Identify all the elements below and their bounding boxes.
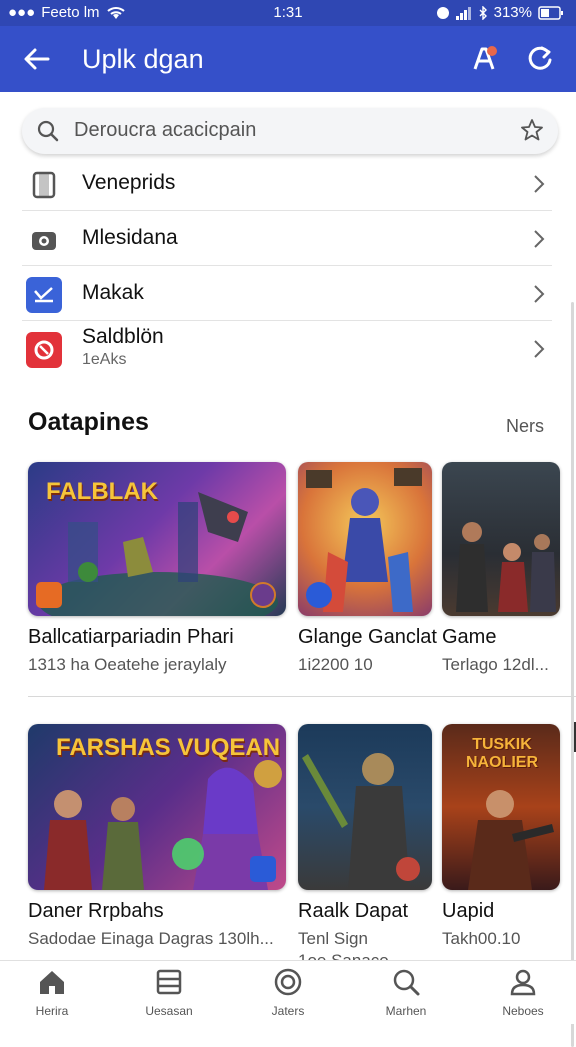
profile-icon [510, 969, 536, 996]
nav-label: Neboes [502, 1004, 544, 1018]
nav-label: Herira [35, 1004, 69, 1018]
game-name: Game [442, 626, 497, 648]
refresh-icon[interactable] [526, 44, 554, 72]
nav-item-target[interactable]: Jaters [233, 967, 343, 1018]
game-name: Glange Ganclat [298, 626, 437, 648]
menu-item-label: Saldblön [82, 325, 164, 348]
art-title: TUSKIK NAOLIER [466, 736, 538, 771]
search-bar[interactable]: Deroucra acacicpain [22, 108, 558, 154]
menu-item[interactable]: Mlesidana [22, 211, 552, 266]
bluetooth-icon [479, 5, 487, 20]
game-art [298, 724, 432, 890]
back-arrow-icon[interactable] [22, 44, 52, 74]
chevron-right-icon [534, 285, 545, 303]
game-art-illustration [302, 753, 420, 890]
section-more-link[interactable]: Ners [506, 416, 544, 437]
publisher-badge-icon [250, 582, 276, 608]
target-icon [274, 968, 302, 996]
game-name: Daner Rrpbahs [28, 900, 164, 922]
game-meta: 1i2200 10 [298, 655, 373, 674]
game-card[interactable]: Game Terlago 12dl... [442, 462, 560, 675]
battery-percent: 313% [493, 4, 532, 21]
signal-bars-icon [455, 6, 471, 20]
search-icon [37, 120, 59, 142]
bottom-navigation: Herira Uesasan Jaters Marhen Neboes [0, 960, 576, 1024]
home-icon [40, 971, 64, 994]
game-art: FARSHAS VUQEAN [28, 724, 286, 890]
search-input[interactable]: Deroucra acacicpain [74, 119, 256, 142]
game-art: TUSKIK NAOLIER [442, 724, 560, 890]
section-title: Oatapines [28, 408, 149, 436]
status-bar: ●●● Feeto lm 1:31 313% [0, 0, 576, 26]
main-content[interactable]: Deroucra acacicpain Veneprids Mlesidana … [0, 92, 576, 1047]
nav-item-home[interactable]: Herira [0, 967, 107, 1018]
alarm-icon [436, 6, 449, 19]
game-card[interactable]: TUSKIK NAOLIER Uapid Takh00.10 [442, 724, 560, 949]
chevron-right-icon [534, 230, 545, 248]
menu-item[interactable]: Veneprids [22, 156, 552, 211]
game-art-illustration [456, 522, 556, 612]
nav-label: Marhen [385, 1004, 427, 1018]
nav-item-grid[interactable]: Uesasan [114, 967, 224, 1018]
game-name: Raalk Dapat [298, 900, 409, 922]
game-name: Uapid [442, 900, 495, 922]
art-title: FALBLAK [46, 478, 158, 505]
menu-item-label: Mlesidana [82, 226, 178, 249]
chevron-right-icon [534, 175, 545, 193]
menu-item[interactable]: Saldblön 1eAks [22, 321, 552, 376]
art-title: FARSHAS VUQEAN [56, 734, 281, 761]
game-card[interactable]: FALBLAK Ballcatiarpariadin Phari 1313 ha… [28, 462, 286, 675]
translate-icon[interactable] [470, 44, 498, 72]
battery-icon [538, 5, 563, 20]
game-meta: Sadodae Einaga Dagras 130lh... [28, 929, 274, 948]
camera-red-icon [26, 332, 62, 368]
camera-icon [26, 222, 62, 258]
game-meta: 1313 ha Oeatehe jeraylaly [28, 655, 227, 674]
document-icon [26, 167, 62, 203]
app-badge-icon [306, 582, 332, 608]
menu-item-label: Veneprids [82, 171, 176, 194]
game-meta: Tenl Sign [298, 929, 368, 948]
chevron-right-icon [534, 340, 545, 358]
menu-item-label: Makak [82, 281, 144, 304]
game-card[interactable]: Raalk Dapat Tenl Sign 1oe Sanaco [298, 724, 432, 971]
game-art [298, 462, 432, 616]
page-title: Uplk dgan [82, 44, 204, 74]
game-art [442, 462, 560, 616]
game-name: Ballcatiarpariadin Phari [28, 626, 234, 648]
mail-icon [26, 277, 62, 313]
menu-list: Veneprids Mlesidana Makak Saldblön 1eAks [22, 156, 552, 376]
game-art: FALBLAK [28, 462, 286, 616]
game-meta: Takh00.10 [442, 929, 521, 948]
scrollbar[interactable] [571, 302, 574, 1047]
grid-icon [156, 969, 182, 995]
app-badge-icon [250, 856, 276, 882]
nav-label: Uesasan [145, 1004, 193, 1018]
app-badge-icon [36, 582, 62, 608]
search-icon [393, 969, 420, 996]
menu-item[interactable]: Makak [22, 266, 552, 321]
app-bar: Uplk dgan [0, 26, 576, 92]
divider [28, 696, 576, 697]
game-card[interactable]: FARSHAS VUQEAN Daner Rrpbahs Sadodae Ein… [28, 724, 286, 949]
star-icon[interactable] [520, 118, 544, 142]
game-card[interactable]: Glange Ganclat 1i2200 10 [298, 462, 437, 675]
menu-item-sublabel: 1eAks [82, 351, 127, 368]
nav-label: Jaters [271, 1004, 305, 1018]
nav-item-profile[interactable]: Neboes [468, 967, 576, 1018]
nav-item-search[interactable]: Marhen [351, 967, 461, 1018]
game-meta: Terlago 12dl... [442, 655, 549, 674]
